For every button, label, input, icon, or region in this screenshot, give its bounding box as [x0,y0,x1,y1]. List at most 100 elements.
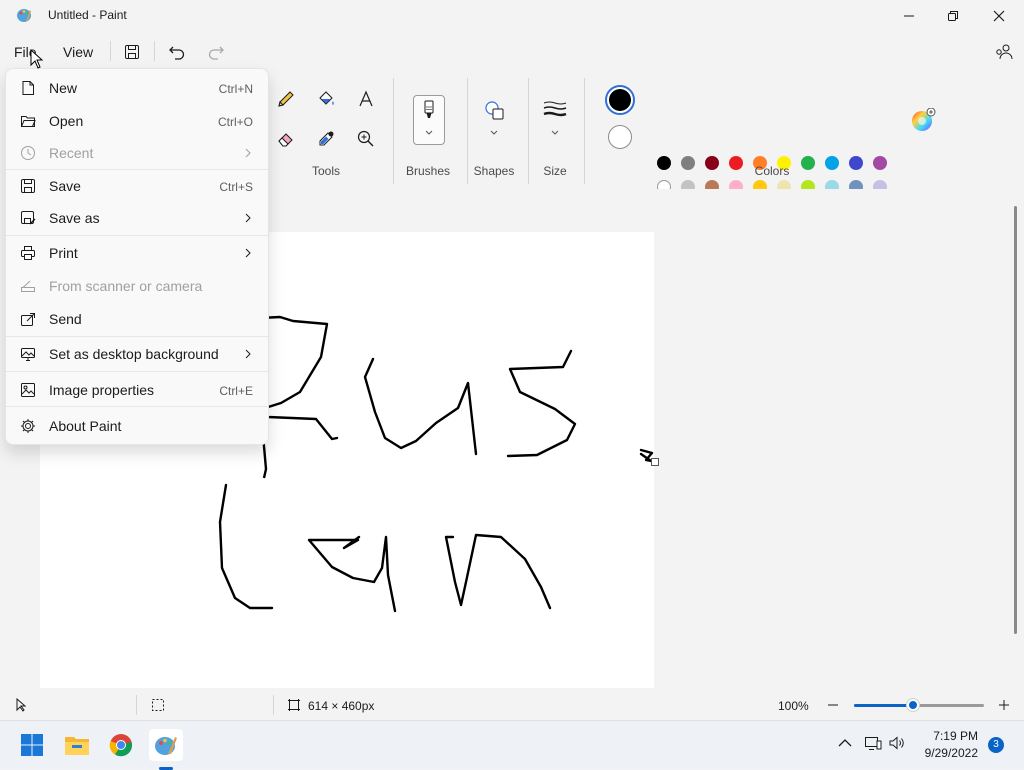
image-properties-icon [20,382,36,398]
eraser-tool[interactable] [272,125,300,153]
menu-separator [6,406,268,407]
taskbar-paint[interactable] [149,729,183,770]
edit-colors-button[interactable] [910,108,936,134]
ribbon-divider [584,78,585,184]
share-icon [20,311,36,327]
zoom-out-button[interactable] [826,698,840,712]
zoom-in-button[interactable] [997,698,1011,712]
color-swatch[interactable] [825,156,839,170]
menu-item-new[interactable]: New Ctrl+N [6,72,268,104]
zoom-slider-thumb[interactable] [906,699,919,711]
start-button[interactable] [16,729,48,761]
zoom-level-text: 100% [778,699,809,713]
file-explorer-icon [64,734,90,756]
menu-separator [6,235,268,236]
menu-separator [6,371,268,372]
fill-tool[interactable] [312,85,340,113]
shapes-icon [484,100,506,122]
scanner-icon [20,278,36,294]
minimize-button[interactable] [886,0,932,32]
magnifier-tool[interactable] [352,125,380,153]
zoom-slider-fill [854,704,913,707]
menu-item-image-properties[interactable]: Image properties Ctrl+E [6,374,268,406]
account-button[interactable] [990,40,1018,64]
menu-item-label: From scanner or camera [49,278,203,294]
taskbar-date[interactable]: 9/29/2022 [912,746,978,760]
pencil-tool[interactable] [272,85,300,113]
taskbar-chrome[interactable] [105,729,137,761]
color-swatch[interactable] [681,156,695,170]
menu-item-label: Recent [49,145,94,161]
selection-size-icon [151,698,165,712]
menu-item-label: Print [49,245,78,261]
zoom-slider[interactable] [854,699,984,711]
window-title: Untitled - Paint [48,8,127,22]
menu-item-save-as[interactable]: Save as [6,202,268,234]
menu-item-label: Open [49,113,84,129]
primary-color-selector[interactable] [605,85,635,115]
network-icon[interactable] [864,735,882,751]
pencil-icon [276,89,296,109]
menu-item-send[interactable]: Send [6,303,268,335]
taskbar: 7:19 PM 9/29/2022 3 [0,720,1024,770]
color-swatch[interactable] [849,156,863,170]
color-swatch[interactable] [873,156,887,170]
cursor-position-icon [15,698,29,712]
brushes-group-label: Brushes [405,164,451,178]
undo-button[interactable] [163,40,191,64]
text-tool[interactable] [352,85,380,113]
gear-icon [20,418,36,434]
color-picker-icon [316,129,336,149]
menu-item-label: Save [49,178,81,194]
menu-item-save[interactable]: Save Ctrl+S [6,170,268,202]
color-swatch[interactable] [729,156,743,170]
menu-item-label: Save as [49,210,100,226]
brushes-button[interactable] [413,95,445,145]
secondary-color-selector[interactable] [608,125,632,149]
redo-button[interactable] [202,40,230,64]
status-divider [273,695,274,715]
color-swatch[interactable] [657,156,671,170]
chevron-right-icon [244,348,252,360]
chevron-right-icon [244,147,252,159]
chrome-icon [109,733,133,757]
menu-item-print[interactable]: Print [6,237,268,269]
vertical-scrollbar[interactable] [1014,206,1017,634]
close-button[interactable] [976,0,1022,32]
menu-item-desktop-background[interactable]: Set as desktop background [6,338,268,370]
brush-icon [421,100,437,122]
size-button[interactable] [541,100,569,142]
size-group-label: Size [543,164,567,178]
text-icon [356,89,376,109]
status-divider [136,695,137,715]
chevron-down-icon [490,130,498,136]
canvas-resize-handle[interactable] [651,458,659,466]
taskbar-file-explorer[interactable] [61,729,93,761]
file-menu-dropdown: New Ctrl+N Open Ctrl+O Recent Save Ctrl+… [5,68,269,445]
menu-item-scanner[interactable]: From scanner or camera [6,270,268,302]
color-swatch[interactable] [705,156,719,170]
paint-palette-icon [16,7,32,23]
taskbar-time[interactable]: 7:19 PM [912,729,978,743]
shapes-button[interactable] [482,98,508,142]
undo-icon [168,44,186,60]
close-icon [993,10,1005,22]
fill-bucket-icon [316,89,336,109]
restore-button[interactable] [930,0,976,32]
notification-badge[interactable]: 3 [988,737,1004,753]
stroke-size-icon [543,100,567,118]
color-swatch[interactable] [801,156,815,170]
view-menu-button[interactable]: View [55,40,101,64]
menu-item-label: Send [49,311,82,327]
chevron-down-icon [551,130,559,136]
volume-icon[interactable] [889,736,905,750]
menu-item-open[interactable]: Open Ctrl+O [6,105,268,137]
menu-item-recent[interactable]: Recent [6,137,268,169]
color-picker-tool[interactable] [312,125,340,153]
printer-icon [20,245,36,261]
save-as-icon [20,210,36,226]
menu-item-about[interactable]: About Paint [6,410,268,442]
primary-color-swatch [609,89,631,111]
quick-save-button[interactable] [118,40,146,64]
show-hidden-icons-button[interactable] [838,738,852,748]
